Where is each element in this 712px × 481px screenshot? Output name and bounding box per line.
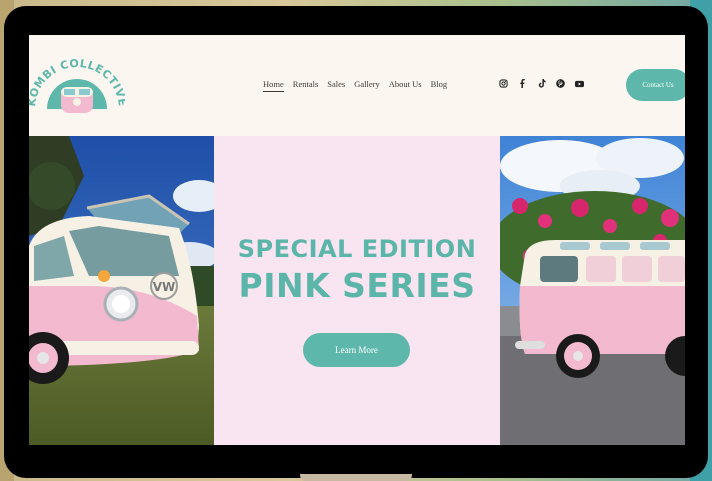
hero-center-panel: SPECIAL EDITION PINK SERIES Learn More: [214, 136, 500, 445]
website-screen: KOMBI COLLECTIVE Home Rentals Sales Gall…: [29, 35, 685, 445]
social-links: [499, 79, 584, 88]
nav-rentals[interactable]: Rentals: [293, 79, 319, 92]
main-nav: Home Rentals Sales Gallery About Us Blog: [263, 79, 447, 92]
pinterest-icon[interactable]: [556, 79, 565, 88]
youtube-icon[interactable]: [575, 79, 584, 88]
nav-gallery[interactable]: Gallery: [354, 79, 380, 92]
contact-us-button[interactable]: Contact Us: [626, 69, 685, 101]
svg-text:VW: VW: [153, 280, 176, 294]
kombi-collective-logo[interactable]: KOMBI COLLECTIVE: [29, 53, 125, 117]
hero-headline-line2: PINK SERIES: [238, 266, 476, 305]
nav-about-us[interactable]: About Us: [389, 79, 422, 92]
hero-photo-left: VW: [29, 136, 214, 445]
learn-more-button[interactable]: Learn More: [303, 333, 410, 367]
nav-blog[interactable]: Blog: [431, 79, 448, 92]
nav-home[interactable]: Home: [263, 79, 284, 92]
hero-headline-line1: SPECIAL EDITION: [237, 235, 477, 263]
hero-section: VW SPECIAL EDITION PINK SERIES Learn Mor…: [29, 136, 685, 445]
instagram-icon[interactable]: [499, 79, 508, 88]
hero-photo-right: [500, 136, 685, 445]
tiktok-icon[interactable]: [537, 79, 546, 88]
facebook-icon[interactable]: [518, 79, 527, 88]
site-header: KOMBI COLLECTIVE Home Rentals Sales Gall…: [29, 35, 685, 136]
nav-sales[interactable]: Sales: [327, 79, 345, 92]
laptop-stand: [300, 474, 412, 481]
